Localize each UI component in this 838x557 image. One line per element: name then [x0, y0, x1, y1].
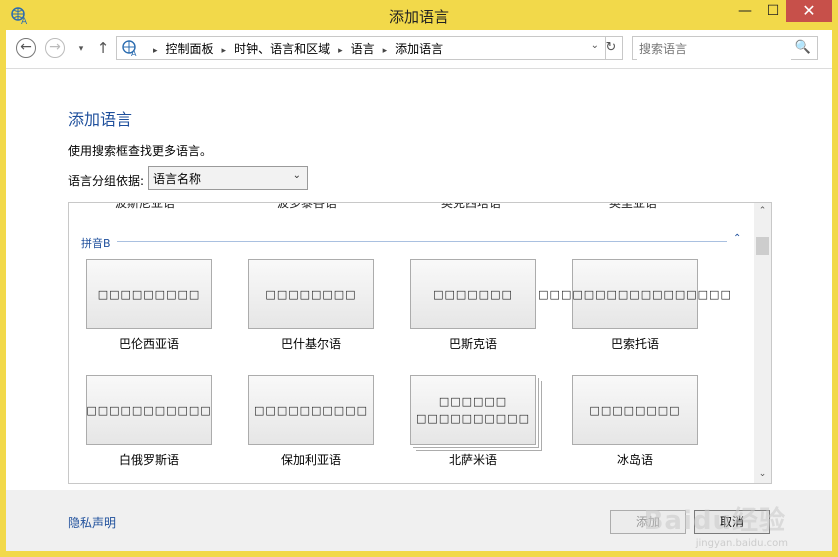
language-tile[interactable]: □□□□□□□□ 巴什基尔语	[248, 259, 378, 352]
address-bar[interactable]: A ▸ 控制面板 ▸ 时钟、语言和区域 ▸ 语言 ▸ 添加语言 ⌄	[116, 36, 606, 60]
privacy-link[interactable]: 隐私声明	[68, 514, 116, 531]
group-divider	[117, 241, 727, 242]
language-tile[interactable]: □□□□□□□□ 冰岛语	[572, 375, 702, 468]
tile-label: 冰岛语	[616, 453, 653, 467]
language-tile[interactable]: □□□□□□□□□□□ 白俄罗斯语	[86, 375, 216, 468]
breadcrumb-separator: ▸	[153, 46, 158, 56]
tile-label: 巴什基尔语	[280, 337, 341, 351]
refresh-button[interactable]: ↻	[600, 36, 623, 60]
group-by-select[interactable]: 语言名称 ⌄	[148, 166, 308, 190]
breadcrumb-control-panel[interactable]: 控制面板	[166, 42, 214, 56]
tile-glyphs: □□□□□□□□	[248, 259, 374, 329]
language-list[interactable]: 波斯尼亚语 波多黎各语 奥克西塔语 奥里亚语 拼音B ⌃ □□□□□□□□□ 巴…	[68, 202, 772, 484]
tile-label: 巴伦西亚语	[118, 337, 179, 351]
title-bar: A 添加语言 — ☐ ✕	[6, 0, 832, 30]
window-title: 添加语言	[388, 8, 449, 26]
breadcrumb: ▸ 控制面板 ▸ 时钟、语言和区域 ▸ 语言 ▸ 添加语言	[145, 40, 443, 57]
tile-glyphs: □□□□□□□□□□□	[86, 375, 212, 445]
scroll-thumb[interactable]	[756, 237, 769, 255]
tile-label: 巴索托语	[610, 337, 659, 351]
tile-glyphs: □□□□□□□□□□□□□□□□□	[538, 259, 731, 329]
footer: 隐私声明 添加 取消 Baidu经验 jingyan.baidu.com	[6, 490, 832, 551]
add-language-window: A 添加语言 — ☐ ✕ ← → ▾ ↑ A ▸ 控制面板 ▸ 时钟、语言和区域 ▸ 语言…	[0, 0, 838, 557]
tile-label: 北萨米语	[448, 453, 497, 467]
search-box[interactable]: 🔍	[632, 36, 818, 60]
language-tile[interactable]: □□□□□□ □□□□□□□□□□ 北萨米语	[410, 375, 540, 468]
breadcrumb-clock-language-region[interactable]: 时钟、语言和区域	[234, 42, 330, 56]
tile-label: 保加利亚语	[280, 453, 341, 467]
list-item[interactable]: 奥克西塔语	[441, 203, 501, 211]
tile-label: 白俄罗斯语	[118, 453, 179, 467]
watermark: Baidu经验	[643, 506, 786, 536]
group-by-value: 语言名称	[153, 172, 202, 186]
partial-row: 波斯尼亚语 波多黎各语 奥克西塔语 奥里亚语	[69, 203, 749, 211]
language-tile[interactable]: □□□□□□□□□□□□□□□□□ 巴索托语	[538, 259, 731, 352]
minimize-button[interactable]: —	[730, 0, 760, 22]
breadcrumb-language[interactable]: 语言	[351, 42, 375, 56]
list-item[interactable]: 奥里亚语	[609, 203, 657, 211]
list-item[interactable]: 波多黎各语	[277, 203, 337, 211]
tile-glyphs: □□□□□□□□□□	[248, 375, 374, 445]
page-title: 添加语言	[68, 110, 133, 129]
forward-button[interactable]: →	[45, 38, 65, 58]
svg-text:A: A	[131, 49, 137, 57]
language-tile[interactable]: □□□□□□□□□ 巴伦西亚语	[86, 259, 216, 352]
group-header: 拼音B	[81, 237, 111, 250]
breadcrumb-separator[interactable]: ▸	[338, 46, 343, 56]
search-hint-text: 使用搜索框查找更多语言。	[68, 144, 213, 158]
watermark-url: jingyan.baidu.com	[695, 538, 788, 549]
tile-label: 巴斯克语	[448, 337, 497, 351]
language-tile[interactable]: □□□□□□□ 巴斯克语	[410, 259, 540, 352]
tile-glyphs: □□□□□□□□	[572, 375, 698, 445]
tile-glyphs: □□□□□□□□□	[86, 259, 212, 329]
chevron-down-icon: ⌄	[292, 170, 301, 181]
up-button[interactable]: ↑	[92, 38, 114, 60]
group-by-label: 语言分组依据:	[68, 174, 145, 188]
navigation-bar: ← → ▾ ↑ A ▸ 控制面板 ▸ 时钟、语言和区域 ▸ 语言 ▸ 添加语言 ⌄ ↻ 🔍	[6, 30, 832, 69]
recent-locations-button[interactable]: ▾	[70, 39, 92, 61]
back-button[interactable]: ←	[16, 38, 36, 58]
breadcrumb-separator[interactable]: ▸	[222, 46, 227, 56]
collapse-icon[interactable]: ⌃	[733, 233, 741, 244]
control-panel-icon: A	[122, 40, 137, 57]
list-item[interactable]: 波斯尼亚语	[115, 203, 175, 211]
language-tile[interactable]: □□□□□□□□□□ 保加利亚语	[248, 375, 378, 468]
scroll-down-icon[interactable]: ⌄	[754, 466, 771, 483]
search-input[interactable]	[637, 38, 791, 60]
vertical-scrollbar[interactable]: ⌃ ⌄	[754, 203, 771, 483]
address-dropdown-icon[interactable]: ⌄	[591, 40, 599, 51]
tile-glyphs: □□□□□□□	[410, 259, 536, 329]
search-icon[interactable]: 🔍	[795, 40, 811, 55]
tile-glyphs: □□□□□□ □□□□□□□□□□	[410, 375, 536, 445]
scroll-up-icon[interactable]: ⌃	[754, 203, 771, 220]
breadcrumb-separator[interactable]: ▸	[383, 46, 388, 56]
maximize-button[interactable]: ☐	[758, 0, 788, 22]
close-button[interactable]: ✕	[786, 0, 832, 22]
breadcrumb-add-language[interactable]: 添加语言	[395, 42, 443, 56]
